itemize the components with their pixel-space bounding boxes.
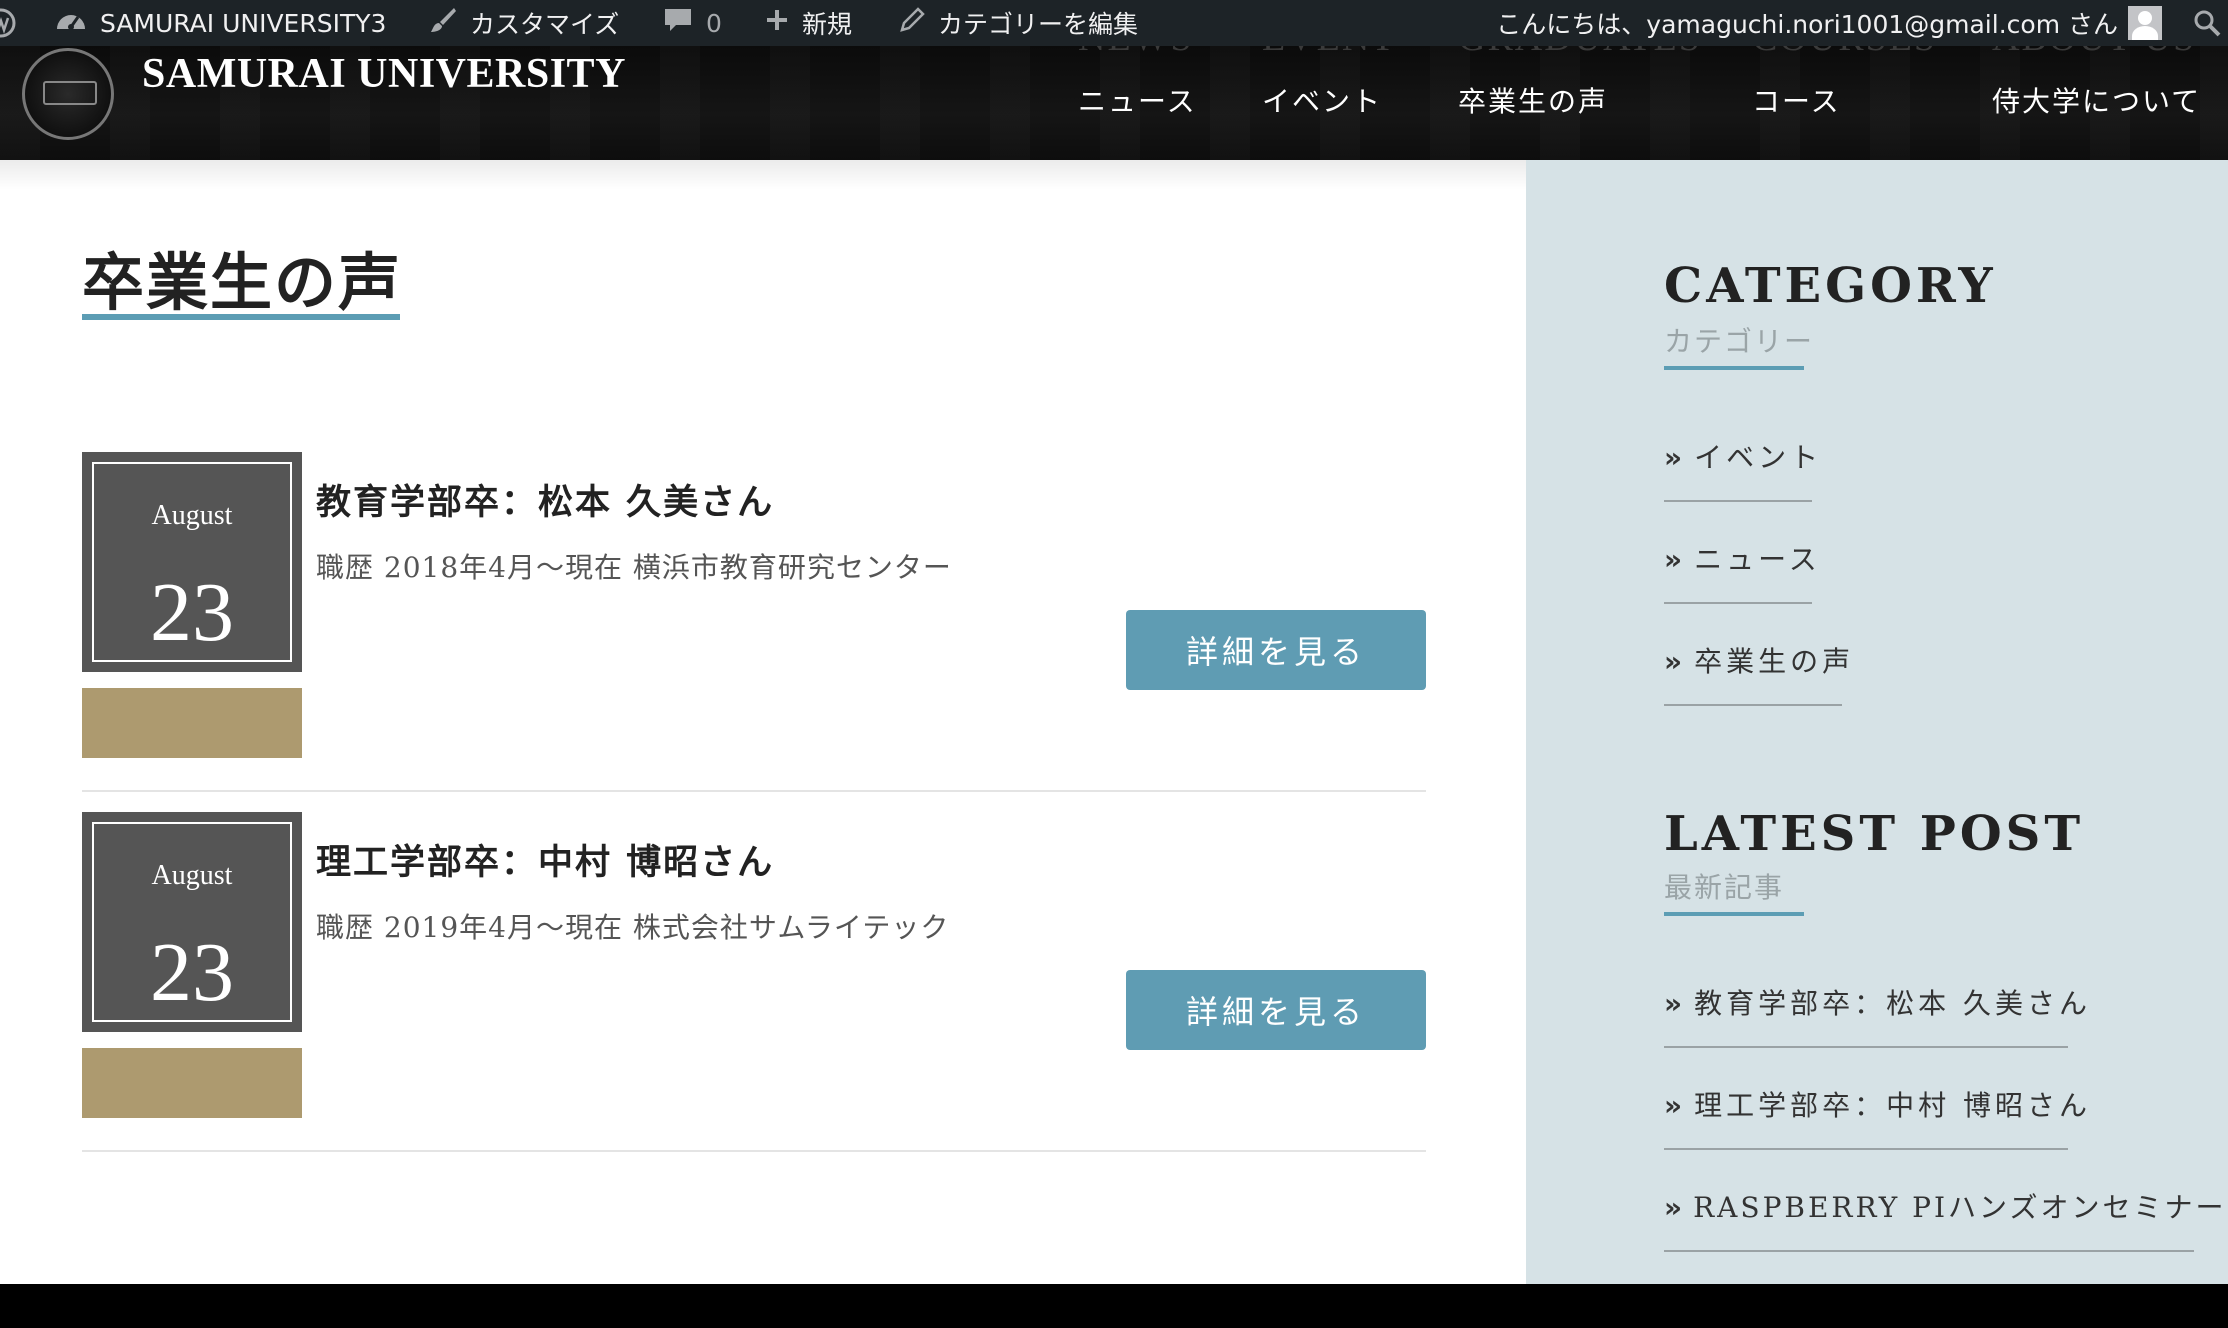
edit-category-label: カテゴリーを編集 [938,10,1139,39]
post-month: August [151,860,233,891]
pencil-icon [898,6,926,40]
double-chevron-right-icon: » [1664,645,1687,678]
category-band [82,688,302,758]
greeting-text: こんにちは、yamaguchi.nori1001@gmail.com さん [1496,10,2118,39]
comment-bubble-icon [662,5,694,41]
title-underline [82,314,400,320]
double-chevron-right-icon: » [1664,987,1687,1020]
post-month: August [151,500,233,531]
latest-post-label: 教育学部卒：松本 久美さん [1694,987,2091,1020]
post-excerpt: 職歴 2019年4月〜現在 株式会社サムライテック [316,911,950,944]
sidebar: CATEGORY カテゴリー » イベント » ニュース » 卒業生の声 LATEST… [1526,160,2228,1284]
link-divider [1664,602,1812,604]
link-divider [1664,500,1812,502]
widget-underline [1664,366,1804,370]
site-header: SAMURAI UNIVERSITY NEWS ニュース EVENT イベント … [0,46,2228,160]
latest-widget-title: LATEST POST [1664,806,2085,862]
nav-about-en: ABOUT US [1992,46,2196,60]
post-excerpt: 職歴 2018年4月〜現在 横浜市教育研究センター [316,551,952,584]
post-card: August 23 教育学部卒：松本 久美さん 職歴 2018年4月〜現在 横浜… [82,452,1426,812]
widget-underline [1664,912,1804,916]
latest-post-link[interactable]: » RASPBERRY PIハンズオンセミナー [1664,1186,2226,1226]
wordpress-logo-icon[interactable] [0,0,16,46]
footer [0,1284,2228,1328]
page-title: 卒業生の声 [82,246,403,319]
post-divider [82,1150,1426,1152]
post-title[interactable]: 理工学部卒：中村 博昭さん [316,834,774,885]
post-day: 23 [150,566,234,659]
my-account-link[interactable]: こんにちは、yamaguchi.nori1001@gmail.com さん [1496,0,2162,46]
link-divider [1664,1046,2068,1048]
link-divider [1664,1250,2194,1252]
main-content: 卒業生の声 August 23 教育学部卒：松本 久美さん 職歴 2018年4月… [0,160,1526,1284]
nav-courses-en: COURSES [1752,46,1937,60]
post-title[interactable]: 教育学部卒：松本 久美さん [316,474,774,525]
latest-widget-subtitle: 最新記事 [1664,871,1785,904]
customize-label: カスタマイズ [470,10,620,39]
double-chevron-right-icon: » [1664,1089,1687,1122]
post-day: 23 [150,926,234,1019]
dashboard-icon [54,5,88,41]
nav-about-jp: 侍大学について [1992,85,2202,118]
latest-post-label: 理工学部卒：中村 博昭さん [1694,1089,2091,1122]
post-card: August 23 理工学部卒：中村 博昭さん 職歴 2019年4月〜現在 株式… [82,812,1426,1172]
customize-link[interactable]: カスタマイズ [428,0,619,46]
site-title[interactable]: SAMURAI UNIVERSITY [142,46,626,102]
double-chevron-right-icon: » [1664,1191,1686,1224]
date-box: August 23 [82,812,302,1032]
category-link-event[interactable]: » イベント [1664,436,1822,476]
nav-graduates-jp: 卒業生の声 [1458,85,1609,118]
category-widget-subtitle: カテゴリー [1664,325,1815,358]
latest-post-label: RASPBERRY PIハンズオンセミナー [1693,1191,2227,1224]
new-label: 新規 [802,10,853,39]
read-more-button[interactable]: 詳細を見る [1126,610,1426,690]
category-link-graduates[interactable]: » 卒業生の声 [1664,640,1854,680]
link-divider [1664,704,1842,706]
category-band [82,1048,302,1118]
category-link-label: イベント [1694,441,1823,474]
double-chevron-right-icon: » [1664,441,1687,474]
read-more-button[interactable]: 詳細を見る [1126,970,1426,1050]
link-divider [1664,1148,2068,1150]
nav-news-jp: ニュース [1078,85,1197,118]
plus-icon [764,7,790,39]
date-box: August 23 [82,452,302,672]
comments-link[interactable]: 0 [662,0,722,46]
admin-search-icon[interactable] [2192,0,2222,46]
latest-post-link[interactable]: » 教育学部卒：松本 久美さん [1664,982,2091,1022]
nav-graduates-en: GRADUATES [1458,46,1702,60]
avatar [2128,6,2162,40]
category-link-news[interactable]: » ニュース [1664,538,1821,578]
latest-post-link[interactable]: » 理工学部卒：中村 博昭さん [1664,1084,2091,1124]
new-content-link[interactable]: 新規 [764,0,852,46]
nav-news-en: NEWS [1078,46,1194,60]
comments-count: 0 [706,8,722,38]
nav-event-jp: イベント [1262,85,1383,118]
admin-site-link[interactable]: SAMURAI UNIVERSITY3 [54,0,386,46]
nav-event-en: EVENT [1262,46,1397,60]
nav-courses-jp: コース [1752,85,1841,118]
post-divider [82,790,1426,792]
category-link-label: ニュース [1694,543,1821,576]
brush-icon [428,5,458,41]
university-logo[interactable] [22,48,114,140]
admin-site-name: SAMURAI UNIVERSITY3 [100,8,387,38]
category-widget-title: CATEGORY [1664,258,1997,314]
admin-bar: SAMURAI UNIVERSITY3 カスタマイズ 0 新規 カテゴリーを編集… [0,0,2228,46]
category-link-label: 卒業生の声 [1694,645,1855,678]
edit-category-link[interactable]: カテゴリーを編集 [898,0,1138,46]
double-chevron-right-icon: » [1664,543,1687,576]
